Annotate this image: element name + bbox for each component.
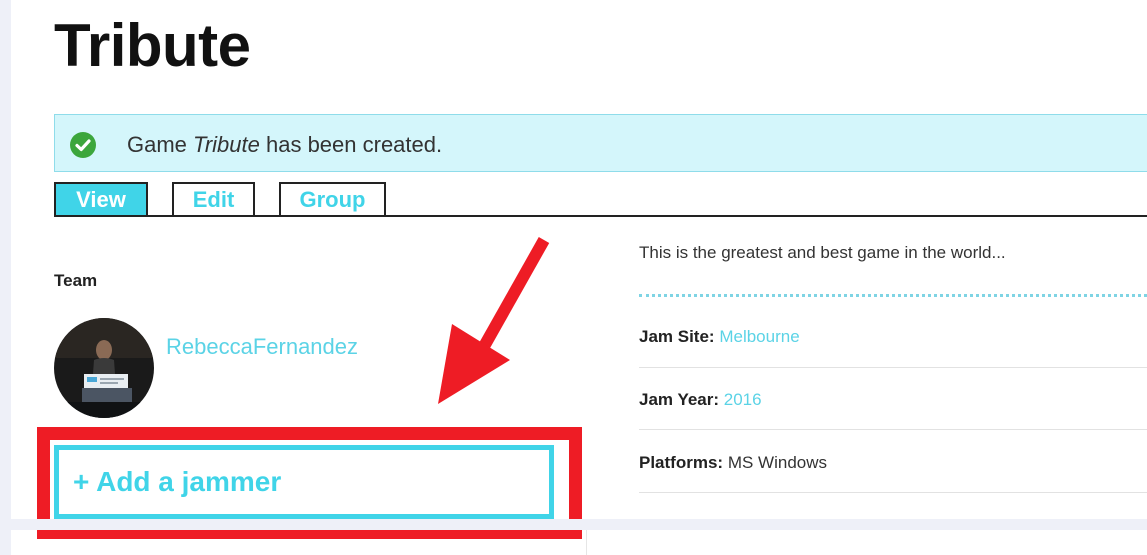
footer-band (11, 519, 1147, 530)
page-title: Tribute (54, 12, 251, 79)
status-game-name: Tribute (193, 132, 260, 157)
left-gutter (0, 0, 11, 555)
jam-site-row: Jam Site: Melbourne (639, 306, 1147, 368)
platforms-label: Platforms: (639, 453, 724, 472)
tab-edit[interactable]: Edit (172, 182, 255, 215)
check-circle-icon (70, 132, 96, 158)
avatar-photo (54, 318, 154, 418)
status-message: Game Tribute has been created. (54, 114, 1147, 172)
jam-year-link[interactable]: 2016 (724, 390, 762, 409)
status-message-text: Game Tribute has been created. (127, 132, 443, 157)
footer-divider (586, 530, 587, 555)
platforms-row: Platforms: MS Windows (639, 431, 1147, 493)
platforms-value: MS Windows (727, 453, 827, 472)
tab-group[interactable]: Group (279, 182, 386, 215)
jam-site-link[interactable]: Melbourne (719, 327, 799, 346)
annotation-arrow (438, 237, 550, 404)
jam-year-label: Jam Year: (639, 390, 720, 409)
tab-view[interactable]: View (54, 182, 148, 215)
game-description: This is the greatest and best game in th… (639, 243, 1006, 262)
dotted-separator (639, 294, 1147, 297)
avatar[interactable] (54, 318, 154, 418)
team-heading: Team (54, 271, 98, 290)
add-jammer-button[interactable]: + Add a jammer (54, 445, 554, 519)
tabs-underline (54, 215, 1147, 217)
jam-site-label: Jam Site: (639, 327, 715, 346)
team-member-link[interactable]: RebeccaFernandez (166, 334, 358, 360)
jam-year-row: Jam Year: 2016 (639, 368, 1147, 430)
